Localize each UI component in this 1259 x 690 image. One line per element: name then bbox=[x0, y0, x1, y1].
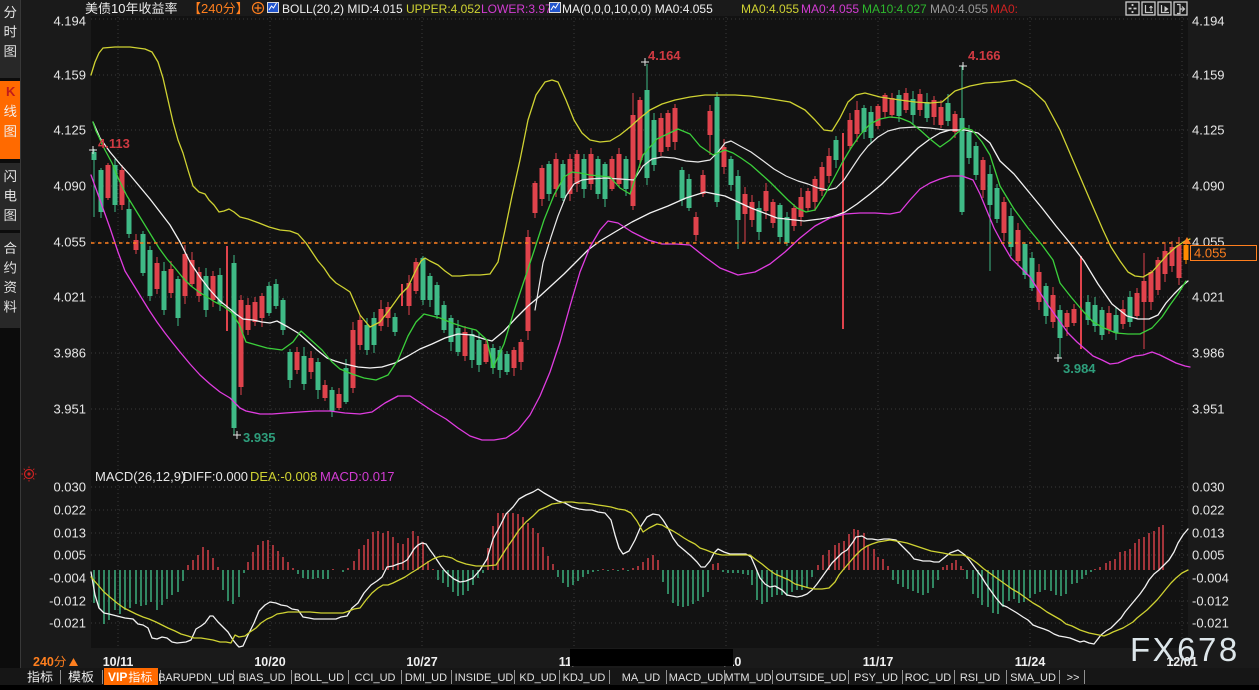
svg-text:OUTSIDE_UD: OUTSIDE_UD bbox=[776, 672, 847, 684]
svg-text:-0.021: -0.021 bbox=[49, 616, 86, 631]
svg-text:3.986: 3.986 bbox=[53, 346, 86, 361]
svg-text:MA(0,0,0,10,0,0) MA0:4.055: MA(0,0,0,10,0,0) MA0:4.055 bbox=[562, 2, 713, 16]
svg-text:0.013: 0.013 bbox=[1192, 526, 1225, 541]
svg-text:3.986: 3.986 bbox=[1192, 346, 1225, 361]
svg-text:240: 240 bbox=[33, 655, 54, 669]
svg-text:-0.004: -0.004 bbox=[49, 571, 86, 586]
svg-text:4.125: 4.125 bbox=[53, 123, 86, 138]
svg-text:0.005: 0.005 bbox=[1192, 548, 1225, 563]
svg-text:4.194: 4.194 bbox=[53, 14, 86, 29]
svg-text:240: 240 bbox=[201, 1, 223, 16]
svg-text:-0.012: -0.012 bbox=[49, 594, 86, 609]
svg-text:10/11: 10/11 bbox=[103, 655, 134, 669]
svg-text:3.984: 3.984 bbox=[1063, 361, 1096, 376]
svg-text:SMA_UD: SMA_UD bbox=[1010, 672, 1056, 684]
svg-text:MACD(26,12,9): MACD(26,12,9) bbox=[95, 469, 185, 484]
svg-text:3.935: 3.935 bbox=[243, 430, 276, 445]
svg-text:MA0:4.055: MA0:4.055 bbox=[741, 2, 799, 16]
svg-text:DEA:-0.008: DEA:-0.008 bbox=[250, 469, 317, 484]
svg-text:MA0:4.055: MA0:4.055 bbox=[930, 2, 988, 16]
svg-text:BOLL(20,2) MID:4.015: BOLL(20,2) MID:4.015 bbox=[282, 2, 403, 16]
svg-text:MA_UD: MA_UD bbox=[622, 672, 661, 684]
svg-text:MA0:: MA0: bbox=[990, 2, 1018, 16]
svg-text:4.164: 4.164 bbox=[648, 48, 681, 63]
svg-text:4.021: 4.021 bbox=[53, 290, 86, 305]
svg-text:4.090: 4.090 bbox=[1192, 179, 1225, 194]
svg-text:4.125: 4.125 bbox=[1192, 123, 1225, 138]
svg-text:0.005: 0.005 bbox=[53, 548, 86, 563]
svg-text:DMI_UD: DMI_UD bbox=[405, 672, 447, 684]
svg-text:MACD:0.017: MACD:0.017 bbox=[320, 469, 394, 484]
svg-text:BIAS_UD: BIAS_UD bbox=[238, 672, 285, 684]
svg-text:4.159: 4.159 bbox=[53, 68, 86, 83]
svg-text:-0.012: -0.012 bbox=[1192, 594, 1229, 609]
svg-text:FX678: FX678 bbox=[1130, 631, 1240, 668]
svg-text:4.090: 4.090 bbox=[53, 179, 86, 194]
svg-text:0.022: 0.022 bbox=[1192, 503, 1225, 518]
svg-text:VIP: VIP bbox=[108, 670, 127, 684]
svg-text:INSIDE_UD: INSIDE_UD bbox=[455, 672, 514, 684]
svg-text:MTM_UD: MTM_UD bbox=[724, 672, 771, 684]
svg-text:BARUPDN_UD: BARUPDN_UD bbox=[158, 672, 234, 684]
svg-text:DIFF:0.000: DIFF:0.000 bbox=[183, 469, 248, 484]
svg-text:-0.004: -0.004 bbox=[1192, 571, 1229, 586]
svg-text:3.951: 3.951 bbox=[53, 402, 86, 417]
svg-text:KD_UD: KD_UD bbox=[519, 672, 556, 684]
svg-text:10/20: 10/20 bbox=[254, 655, 285, 669]
svg-text:3.951: 3.951 bbox=[1192, 402, 1225, 417]
svg-text:PSY_UD: PSY_UD bbox=[854, 672, 898, 684]
svg-text:10/27: 10/27 bbox=[406, 655, 437, 669]
svg-text:0.013: 0.013 bbox=[53, 526, 86, 541]
svg-text:10: 10 bbox=[111, 1, 125, 16]
svg-text:0.030: 0.030 bbox=[53, 480, 86, 495]
svg-text:KDJ_UD: KDJ_UD bbox=[563, 672, 606, 684]
svg-text:0.022: 0.022 bbox=[53, 503, 86, 518]
svg-text:CCI_UD: CCI_UD bbox=[355, 672, 396, 684]
svg-text:MACD_UD: MACD_UD bbox=[669, 672, 723, 684]
svg-text:4.055: 4.055 bbox=[1194, 246, 1227, 261]
svg-text:0.030: 0.030 bbox=[1192, 480, 1225, 495]
svg-text:ROC_UD: ROC_UD bbox=[905, 672, 952, 684]
svg-text:RSI_UD: RSI_UD bbox=[960, 672, 1000, 684]
svg-text:4.021: 4.021 bbox=[1192, 290, 1225, 305]
svg-text:MA10:4.027: MA10:4.027 bbox=[862, 2, 927, 16]
svg-text:4.194: 4.194 bbox=[1192, 14, 1225, 29]
svg-text:11/24: 11/24 bbox=[1015, 655, 1046, 669]
svg-text:MA0:4.055: MA0:4.055 bbox=[801, 2, 859, 16]
svg-text:4.159: 4.159 bbox=[1192, 68, 1225, 83]
svg-text:11/17: 11/17 bbox=[863, 655, 894, 669]
svg-text:4.166: 4.166 bbox=[968, 48, 1001, 63]
svg-text:BOLL_UD: BOLL_UD bbox=[294, 672, 344, 684]
svg-text:>>: >> bbox=[1067, 672, 1080, 684]
svg-text:4.113: 4.113 bbox=[98, 136, 130, 151]
svg-text:K: K bbox=[6, 84, 16, 99]
svg-text:UPPER:4.052: UPPER:4.052 bbox=[406, 2, 481, 16]
svg-text:4.055: 4.055 bbox=[53, 235, 86, 250]
svg-text:-0.021: -0.021 bbox=[1192, 616, 1229, 631]
svg-text:LOWER:3.978: LOWER:3.978 bbox=[481, 2, 559, 16]
